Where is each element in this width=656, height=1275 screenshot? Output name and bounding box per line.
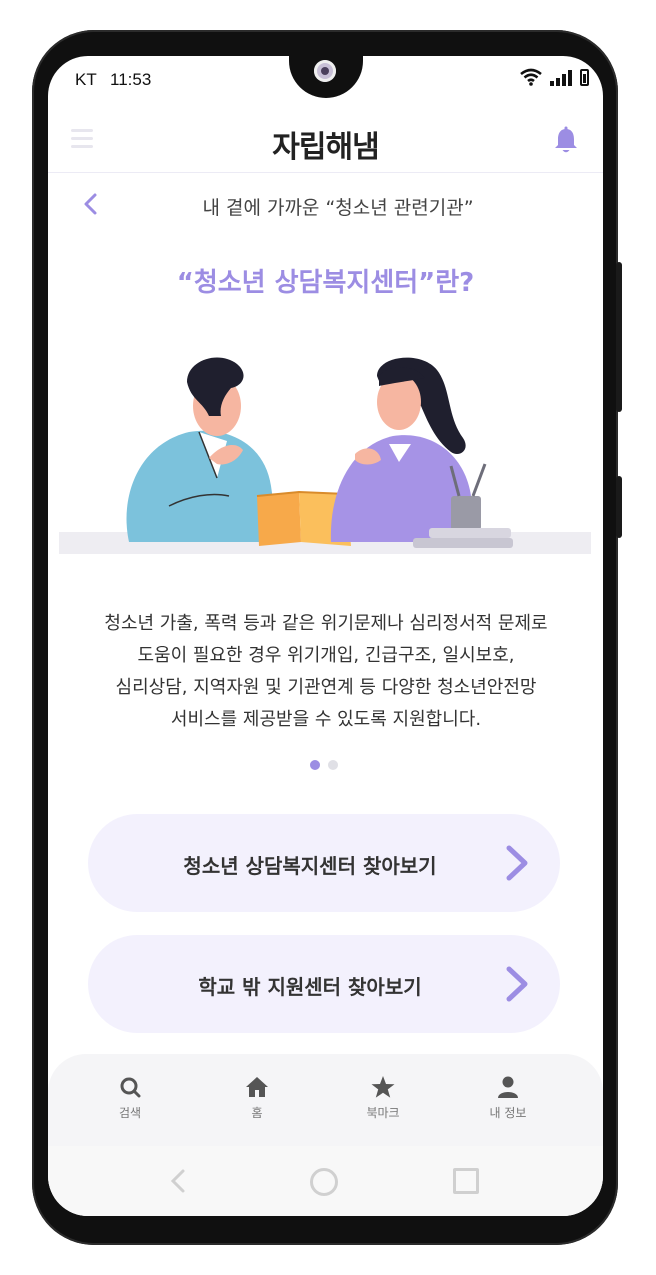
description-line: 청소년 가출, 폭력 등과 같은 위기문제나 심리정서적 문제로 bbox=[104, 613, 548, 634]
description-line: 심리상담, 지역자원 및 기관연계 등 다양한 청소년안전망 bbox=[115, 677, 537, 698]
camera-notch bbox=[289, 56, 363, 98]
tab-home[interactable]: 홈 bbox=[217, 1076, 297, 1121]
chevron-right-icon bbox=[506, 845, 528, 881]
app-logo: 자립해냄 bbox=[272, 130, 379, 165]
tab-bookmark[interactable]: 북마크 bbox=[343, 1076, 423, 1121]
bottom-tab-bar: 검색 홈 북마크 내 정보 bbox=[48, 1054, 603, 1146]
nav-back-icon[interactable] bbox=[168, 1168, 188, 1194]
camera-icon bbox=[314, 60, 336, 82]
screen: KT 11:53 자립해냄 내 곁에 가까운 “청소년 관련기관” “청소년 상… bbox=[48, 56, 603, 1216]
center-description: 청소년 가출, 폭력 등과 같은 위기문제나 심리정서적 문제로 도움이 필요한… bbox=[76, 608, 576, 736]
nav-home-icon[interactable] bbox=[310, 1168, 338, 1196]
battery-icon bbox=[580, 69, 589, 86]
page-title: “청소년 상담복지센터”란? bbox=[176, 268, 475, 298]
tab-label: 내 정보 bbox=[489, 1106, 527, 1120]
volume-button bbox=[616, 476, 622, 538]
star-icon bbox=[371, 1076, 395, 1098]
search-icon bbox=[120, 1077, 141, 1098]
status-icons bbox=[520, 68, 589, 86]
tab-label: 검색 bbox=[118, 1106, 142, 1120]
tab-label: 홈 bbox=[251, 1106, 263, 1120]
carousel-dot-2[interactable] bbox=[328, 760, 338, 770]
person-icon bbox=[498, 1076, 518, 1098]
description-line: 도움이 필요한 경우 위기개입, 긴급구조, 일시보호, bbox=[137, 645, 515, 666]
description-line: 서비스를 제공받을 수 있도록 지원합니다. bbox=[170, 709, 482, 730]
nav-recents-icon[interactable] bbox=[453, 1168, 479, 1194]
tab-search[interactable]: 검색 bbox=[90, 1076, 170, 1121]
signal-icon bbox=[550, 70, 572, 86]
carousel-dot-1[interactable] bbox=[310, 760, 320, 770]
carousel-indicator bbox=[310, 760, 338, 770]
find-counseling-center-button[interactable]: 청소년 상담복지센터 찾아보기 bbox=[88, 814, 560, 912]
page-subtitle: 내 곁에 가까운 “청소년 관련기관” bbox=[202, 197, 474, 219]
counseling-illustration bbox=[59, 357, 591, 554]
app-header: 자립해냄 bbox=[48, 114, 603, 173]
tab-my-info[interactable]: 내 정보 bbox=[468, 1076, 548, 1121]
home-icon bbox=[246, 1077, 268, 1097]
button-label: 학교 밖 지원센터 찾아보기 bbox=[198, 975, 422, 999]
bell-icon[interactable] bbox=[553, 126, 579, 154]
chevron-right-icon bbox=[506, 966, 528, 1002]
find-out-of-school-center-button[interactable]: 학교 밖 지원센터 찾아보기 bbox=[88, 935, 560, 1033]
wifi-icon bbox=[520, 68, 542, 86]
power-button bbox=[616, 262, 622, 412]
tab-label: 북마크 bbox=[366, 1106, 400, 1120]
back-arrow-icon[interactable] bbox=[81, 192, 101, 216]
button-label: 청소년 상담복지센터 찾아보기 bbox=[183, 854, 437, 878]
status-time: 11:53 bbox=[110, 70, 152, 89]
status-carrier: KT bbox=[75, 70, 97, 89]
system-nav-bar bbox=[48, 1146, 603, 1216]
